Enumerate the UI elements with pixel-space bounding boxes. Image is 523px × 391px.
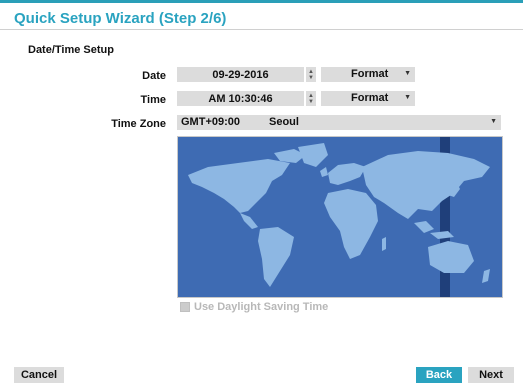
time-format-label: Format xyxy=(351,92,389,104)
spin-down-icon[interactable]: ▼ xyxy=(308,99,314,105)
date-field[interactable]: 09-29-2016 xyxy=(177,67,304,82)
dst-checkbox[interactable] xyxy=(180,302,190,312)
back-button[interactable]: Back xyxy=(416,367,462,383)
timezone-city: Seoul xyxy=(269,116,299,128)
chevron-down-icon: ▼ xyxy=(404,70,411,77)
spin-down-icon[interactable]: ▼ xyxy=(308,75,314,81)
next-button[interactable]: Next xyxy=(468,367,514,383)
date-label: Date xyxy=(142,70,166,82)
cancel-button[interactable]: Cancel xyxy=(14,367,64,383)
chevron-down-icon: ▼ xyxy=(404,94,411,101)
date-format-select[interactable]: Format ▼ xyxy=(321,67,415,82)
time-format-select[interactable]: Format ▼ xyxy=(321,91,415,106)
time-field[interactable]: AM 10:30:46 xyxy=(177,91,304,106)
world-map-icon xyxy=(178,137,502,297)
dst-row[interactable]: Use Daylight Saving Time xyxy=(180,301,328,313)
chevron-down-icon: ▼ xyxy=(490,118,497,125)
timezone-label: Time Zone xyxy=(111,118,166,130)
date-format-label: Format xyxy=(351,68,389,80)
section-title: Date/Time Setup xyxy=(28,44,114,56)
timezone-select[interactable]: GMT+09:00 Seoul ▼ xyxy=(177,115,501,130)
timezone-map[interactable] xyxy=(177,136,503,298)
time-spinner[interactable]: ▲ ▼ xyxy=(306,91,316,106)
title-bar: Quick Setup Wizard (Step 2/6) xyxy=(0,0,523,30)
dst-label: Use Daylight Saving Time xyxy=(194,301,329,313)
wizard-title: Quick Setup Wizard (Step 2/6) xyxy=(14,10,227,27)
timezone-offset: GMT+09:00 xyxy=(181,116,240,128)
time-label: Time xyxy=(140,94,166,106)
date-spinner[interactable]: ▲ ▼ xyxy=(306,67,316,82)
